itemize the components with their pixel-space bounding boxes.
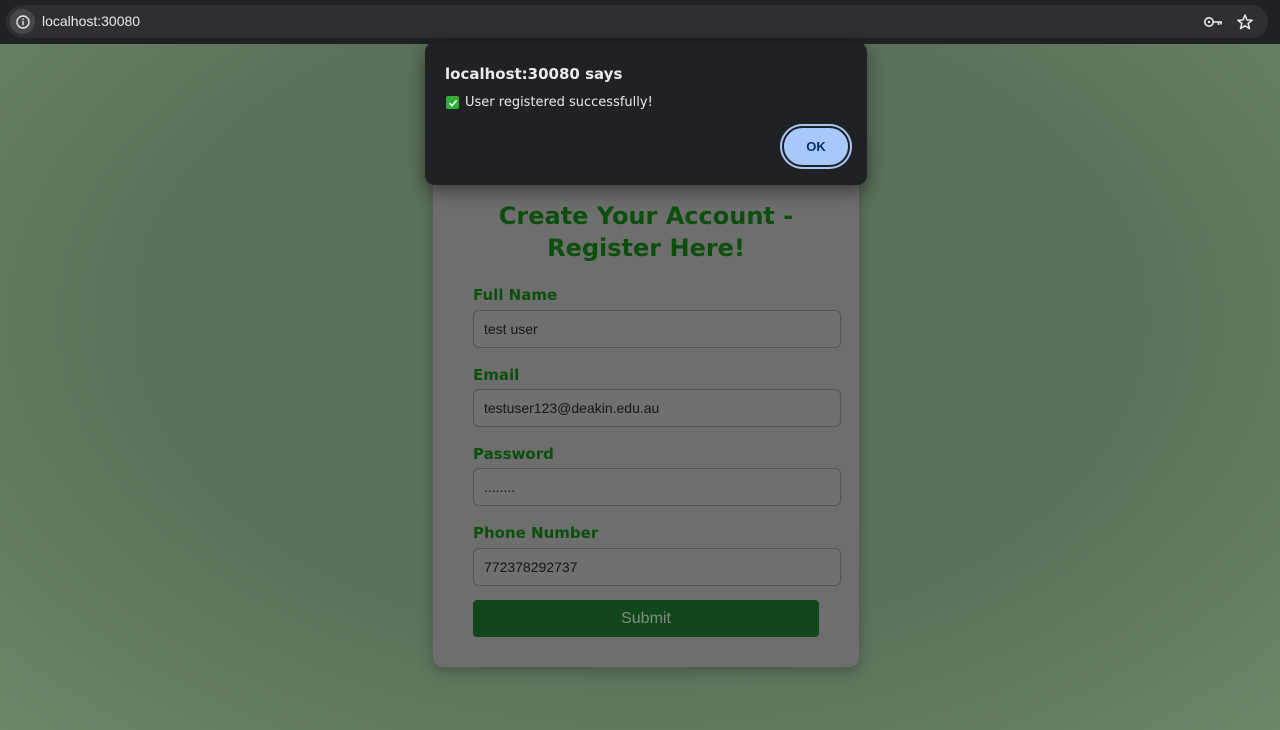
phone-input[interactable] [473, 548, 841, 586]
checkmark-icon [446, 96, 459, 109]
full-name-label: Full Name [473, 286, 558, 304]
alert-dialog: localhost:30080 says User registered suc… [425, 42, 867, 185]
ok-button[interactable]: OK [782, 126, 850, 167]
address-bar[interactable]: localhost:30080 [6, 5, 1268, 38]
dialog-message: User registered successfully! [465, 95, 653, 110]
password-input[interactable] [473, 468, 841, 506]
dialog-title: localhost:30080 says [445, 65, 623, 83]
phone-label: Phone Number [473, 524, 599, 542]
password-key-icon[interactable] [1203, 12, 1223, 32]
submit-button[interactable]: Submit [473, 600, 819, 637]
dialog-message-row: User registered successfully! [446, 95, 653, 110]
email-label: Email [473, 366, 520, 384]
site-info-icon[interactable] [10, 9, 35, 34]
form-title: Create Your Account - Register Here! [498, 202, 794, 262]
email-input[interactable] [473, 389, 841, 427]
password-label: Password [473, 445, 554, 463]
url-text[interactable]: localhost:30080 [42, 13, 140, 29]
browser-toolbar: localhost:30080 [0, 0, 1280, 44]
full-name-input[interactable] [473, 310, 841, 348]
register-form-card: Create Your Account - Register Here! Ful… [433, 140, 859, 667]
bookmark-star-icon[interactable] [1235, 12, 1255, 32]
